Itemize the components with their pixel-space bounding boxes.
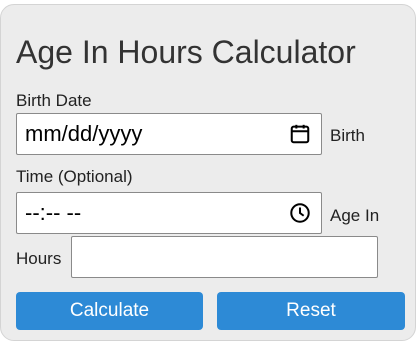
time-input[interactable]: --:-- -- <box>16 192 322 234</box>
age-in-label: Age In <box>330 206 380 225</box>
birth-suffix-label: Birth <box>330 126 365 145</box>
time-label: Time (Optional) <box>16 167 133 186</box>
calculate-button[interactable]: Calculate <box>16 292 203 330</box>
calendar-icon[interactable] <box>289 123 311 145</box>
birth-date-value: mm/dd/yyyy <box>25 121 143 146</box>
reset-button[interactable]: Reset <box>217 292 405 330</box>
birth-date-input[interactable]: mm/dd/yyyy <box>16 113 322 155</box>
birth-date-label: Birth Date <box>16 91 92 110</box>
clock-icon[interactable] <box>289 202 311 224</box>
page-title: Age In Hours Calculator <box>16 34 356 70</box>
hours-output-field[interactable] <box>71 236 378 278</box>
hours-label: Hours <box>16 249 62 268</box>
time-value: --:-- -- <box>25 200 82 225</box>
calculator-card: Age In Hours Calculator Birth Date mm/dd… <box>0 4 416 341</box>
